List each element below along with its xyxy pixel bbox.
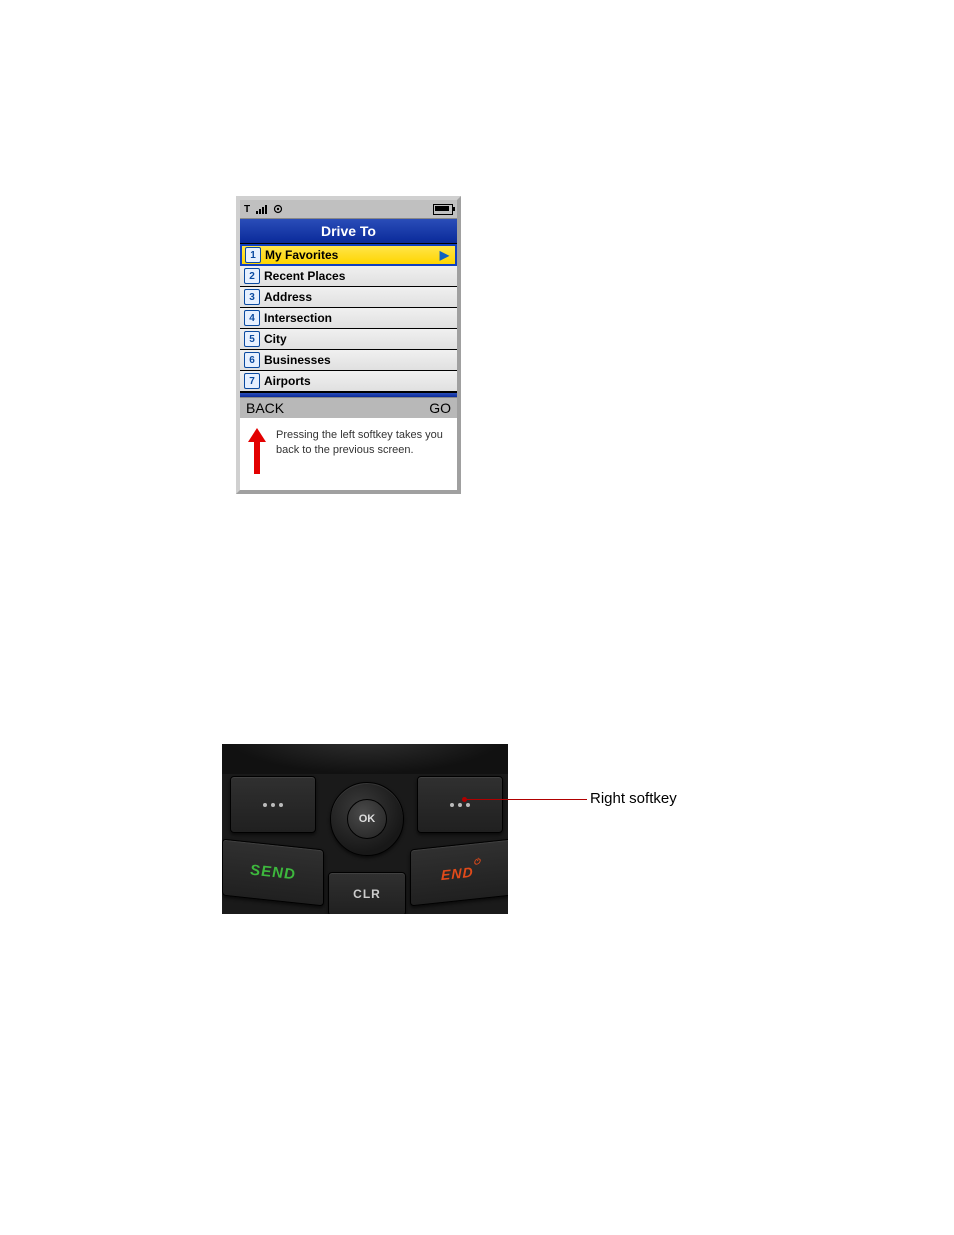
menu-item-label: Address xyxy=(264,290,312,304)
menu-item-my-favorites[interactable]: 1 My Favorites ▶ xyxy=(240,244,457,266)
right-softkey-button[interactable] xyxy=(417,776,503,833)
shortcut-badge: 2 xyxy=(244,268,260,284)
menu-item-label: Recent Places xyxy=(264,269,345,283)
shortcut-badge: 4 xyxy=(244,310,260,326)
gear-icon xyxy=(273,204,283,214)
clr-button-label: CLR xyxy=(353,887,381,901)
shortcut-badge: 3 xyxy=(244,289,260,305)
chevron-right-icon: ▶ xyxy=(440,248,449,262)
caption-area: Pressing the left softkey takes you back… xyxy=(240,418,457,490)
keypad-photo: OK SEND END⏻ CLR xyxy=(222,744,508,914)
shortcut-badge: 7 xyxy=(244,373,260,389)
menu-item-label: My Favorites xyxy=(265,248,338,262)
power-icon: ⏻ xyxy=(474,857,481,867)
menu-item-airports[interactable]: 7 Airports xyxy=(240,371,457,392)
dots-icon xyxy=(263,803,283,807)
menu-item-businesses[interactable]: 6 Businesses xyxy=(240,350,457,371)
menu-item-label: Businesses xyxy=(264,353,331,367)
shortcut-badge: 6 xyxy=(244,352,260,368)
menu-item-label: City xyxy=(264,332,287,346)
up-arrow-icon xyxy=(248,428,266,474)
menu-item-recent-places[interactable]: 2 Recent Places xyxy=(240,266,457,287)
clr-button[interactable]: CLR xyxy=(328,872,406,914)
menu-item-address[interactable]: 3 Address xyxy=(240,287,457,308)
shortcut-badge: 5 xyxy=(244,331,260,347)
signal-icon: T xyxy=(244,204,250,215)
phone-screenshot: T Drive To 1 My Favorites ▶ 2 Recent Pla… xyxy=(236,196,461,494)
drive-to-menu: 1 My Favorites ▶ 2 Recent Places 3 Addre… xyxy=(240,244,457,392)
end-button-label: END⏻ xyxy=(441,862,481,882)
screen-title: Drive To xyxy=(240,219,457,244)
send-button[interactable]: SEND xyxy=(222,839,324,907)
left-softkey-label[interactable]: BACK xyxy=(246,400,284,416)
ok-button-label: OK xyxy=(347,799,387,839)
menu-item-label: Airports xyxy=(264,374,311,388)
callout-label: Right softkey xyxy=(590,790,677,807)
caption-text: Pressing the left softkey takes you back… xyxy=(276,428,449,458)
right-softkey-label[interactable]: GO xyxy=(429,400,451,416)
end-button[interactable]: END⏻ xyxy=(410,839,508,907)
softkey-bar: BACK GO xyxy=(240,397,457,418)
signal-bars-icon xyxy=(256,205,267,214)
menu-item-intersection[interactable]: 4 Intersection xyxy=(240,308,457,329)
battery-icon xyxy=(433,204,453,215)
menu-item-city[interactable]: 5 City xyxy=(240,329,457,350)
menu-item-label: Intersection xyxy=(264,311,332,325)
left-softkey-button[interactable] xyxy=(230,776,316,833)
send-button-label: SEND xyxy=(250,862,296,884)
dots-icon xyxy=(450,803,470,807)
shortcut-badge: 1 xyxy=(245,247,261,263)
ok-button[interactable]: OK xyxy=(330,782,404,856)
callout-line xyxy=(465,799,587,800)
status-bar: T xyxy=(240,200,457,219)
